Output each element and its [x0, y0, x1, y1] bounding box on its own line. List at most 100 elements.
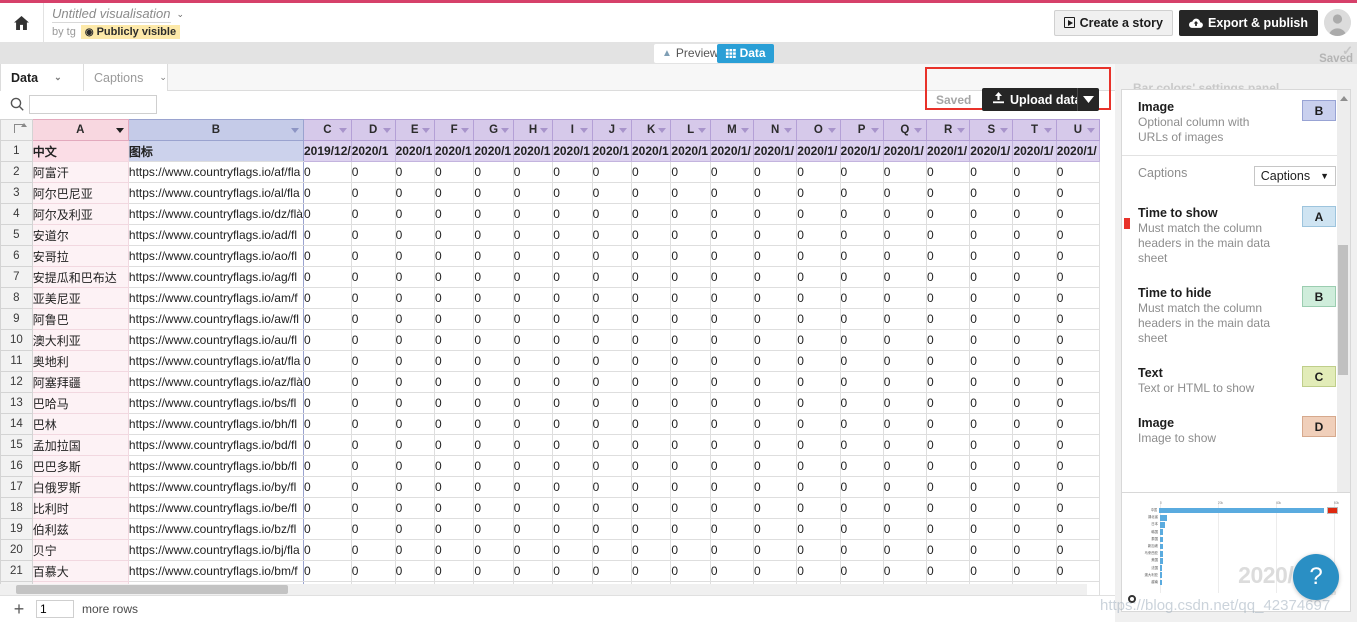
cell-N5[interactable]: 0	[753, 224, 798, 246]
table-row[interactable]: 9 阿鲁巴 https://www.countryflags.io/aw/fl 0 0 0…	[0, 308, 1100, 330]
cell-Q10[interactable]: 0	[882, 329, 927, 351]
cell-M6[interactable]: 0	[709, 245, 755, 267]
cell-E11[interactable]: 0	[394, 350, 435, 372]
chevron-down-icon[interactable]	[1087, 128, 1095, 133]
cell-M5[interactable]: 0	[709, 224, 755, 246]
cell-D9[interactable]: 0	[350, 308, 396, 330]
cell-N13[interactable]: 0	[753, 392, 798, 414]
cell-A12[interactable]: 阿塞拜疆	[31, 371, 129, 393]
chevron-down-icon[interactable]	[382, 128, 391, 133]
cell-I19[interactable]: 0	[552, 518, 593, 540]
cell-O18[interactable]: 0	[796, 497, 841, 519]
cell-K3[interactable]: 0	[630, 182, 672, 204]
cell-U6[interactable]: 0	[1055, 245, 1100, 267]
header-cell-R[interactable]: 2020/1/	[925, 140, 971, 162]
cell-M12[interactable]: 0	[709, 371, 755, 393]
cell-G4[interactable]: 0	[473, 203, 514, 225]
cell-J2[interactable]: 0	[591, 161, 633, 183]
row-number[interactable]: 6	[0, 245, 33, 267]
cell-P4[interactable]: 0	[839, 203, 884, 225]
preview-play-dot[interactable]	[1128, 595, 1136, 603]
cell-E17[interactable]: 0	[394, 476, 435, 498]
cell-R11[interactable]: 0	[925, 350, 971, 372]
column-header-C[interactable]: C	[302, 119, 352, 141]
cell-T3[interactable]: 0	[1012, 182, 1057, 204]
cell-T11[interactable]: 0	[1012, 350, 1057, 372]
cell-K6[interactable]: 0	[630, 245, 672, 267]
cell-P8[interactable]: 0	[839, 287, 884, 309]
cell-S14[interactable]: 0	[969, 413, 1014, 435]
column-badge-b[interactable]: B	[1302, 286, 1336, 307]
cell-C20[interactable]: 0	[302, 539, 352, 561]
column-badge-b[interactable]: B	[1302, 100, 1336, 121]
cell-U18[interactable]: 0	[1055, 497, 1100, 519]
cell-L13[interactable]: 0	[670, 392, 711, 414]
cell-M11[interactable]: 0	[709, 350, 755, 372]
cell-G8[interactable]: 0	[473, 287, 514, 309]
cell-Q16[interactable]: 0	[882, 455, 927, 477]
cell-K20[interactable]: 0	[630, 539, 672, 561]
cell-J4[interactable]: 0	[591, 203, 633, 225]
cell-G20[interactable]: 0	[473, 539, 514, 561]
cell-N15[interactable]: 0	[753, 434, 798, 456]
cell-Q9[interactable]: 0	[882, 308, 927, 330]
cell-O9[interactable]: 0	[796, 308, 841, 330]
cell-U7[interactable]: 0	[1055, 266, 1100, 288]
cell-J16[interactable]: 0	[591, 455, 633, 477]
captions-select[interactable]: Captions ▼	[1253, 166, 1336, 186]
chevron-down-icon[interactable]	[697, 128, 706, 133]
cell-O16[interactable]: 0	[796, 455, 841, 477]
table-row[interactable]: 7 安提瓜和巴布达 https://www.countryflags.io/ag/f…	[0, 266, 1100, 288]
column-header-N[interactable]: N	[753, 119, 798, 141]
cell-C18[interactable]: 0	[302, 497, 352, 519]
cell-K13[interactable]: 0	[630, 392, 672, 414]
cell-S6[interactable]: 0	[969, 245, 1014, 267]
cell-M8[interactable]: 0	[709, 287, 755, 309]
cell-C13[interactable]: 0	[302, 392, 352, 414]
cell-A4[interactable]: 阿尔及利亚	[31, 203, 129, 225]
cell-Q21[interactable]: 0	[882, 560, 927, 582]
cell-H14[interactable]: 0	[512, 413, 554, 435]
cell-A17[interactable]: 白俄罗斯	[31, 476, 129, 498]
cell-U5[interactable]: 0	[1055, 224, 1100, 246]
cell-G3[interactable]: 0	[473, 182, 514, 204]
cell-D15[interactable]: 0	[350, 434, 396, 456]
column-header-K[interactable]: K	[630, 119, 672, 141]
cell-H13[interactable]: 0	[512, 392, 554, 414]
row-number[interactable]: 11	[0, 350, 33, 372]
cell-D6[interactable]: 0	[350, 245, 396, 267]
cell-S16[interactable]: 0	[969, 455, 1014, 477]
cell-J18[interactable]: 0	[591, 497, 633, 519]
chevron-down-icon[interactable]	[619, 128, 627, 133]
cell-T6[interactable]: 0	[1012, 245, 1057, 267]
cell-E20[interactable]: 0	[394, 539, 435, 561]
cell-H11[interactable]: 0	[512, 350, 554, 372]
cell-J20[interactable]: 0	[591, 539, 633, 561]
row-number[interactable]: 10	[0, 329, 33, 351]
cell-R17[interactable]: 0	[925, 476, 971, 498]
home-icon[interactable]	[0, 3, 44, 42]
table-row[interactable]: 21 百慕大 https://www.countryflags.io/bm/f 0 0 0…	[0, 560, 1100, 582]
cell-R3[interactable]: 0	[925, 182, 971, 204]
rows-count-input[interactable]	[36, 600, 74, 618]
column-header-Q[interactable]: Q	[882, 119, 927, 141]
cell-E18[interactable]: 0	[394, 497, 435, 519]
chevron-down-icon[interactable]	[957, 128, 966, 133]
cell-J7[interactable]: 0	[591, 266, 633, 288]
row-number[interactable]: 12	[0, 371, 33, 393]
cell-B8[interactable]: https://www.countryflags.io/am/f	[127, 287, 304, 309]
cell-I9[interactable]: 0	[552, 308, 593, 330]
chevron-down-icon[interactable]	[500, 128, 509, 133]
header-cell-J[interactable]: 2020/1	[591, 140, 633, 162]
cell-Q14[interactable]: 0	[882, 413, 927, 435]
cell-T4[interactable]: 0	[1012, 203, 1057, 225]
cell-D12[interactable]: 0	[350, 371, 396, 393]
cell-E21[interactable]: 0	[394, 560, 435, 582]
cell-Q3[interactable]: 0	[882, 182, 927, 204]
cell-E7[interactable]: 0	[394, 266, 435, 288]
cell-P19[interactable]: 0	[839, 518, 884, 540]
cell-R7[interactable]: 0	[925, 266, 971, 288]
cell-L17[interactable]: 0	[670, 476, 711, 498]
row-number[interactable]: 9	[0, 308, 33, 330]
cell-D11[interactable]: 0	[350, 350, 396, 372]
